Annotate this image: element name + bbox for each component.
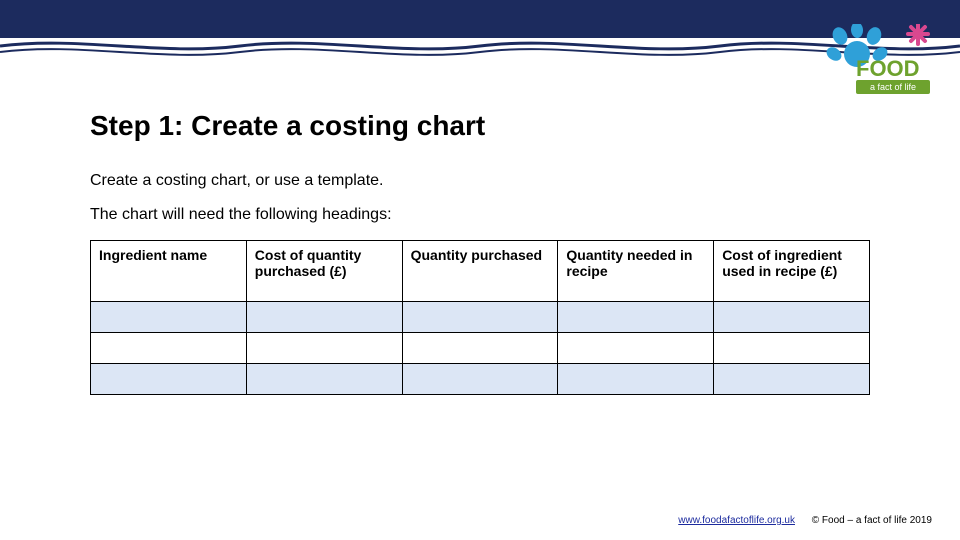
costing-table: Ingredient name Cost of quantity purchas… bbox=[90, 240, 870, 395]
brand-logo: FOOD a fact of life bbox=[822, 24, 932, 104]
slide-content: Step 1: Create a costing chart Create a … bbox=[90, 110, 870, 395]
body-line-2: The chart will need the following headin… bbox=[90, 206, 870, 224]
footer-copyright: © Food – a fact of life 2019 bbox=[812, 515, 932, 526]
table-header: Ingredient name bbox=[91, 241, 247, 302]
body-line-1: Create a costing chart, or use a templat… bbox=[90, 172, 870, 190]
logo-text-tagline: a fact of life bbox=[870, 82, 916, 92]
table-row bbox=[91, 364, 870, 395]
table-row bbox=[91, 302, 870, 333]
slide-title: Step 1: Create a costing chart bbox=[90, 110, 870, 142]
table-header: Cost of ingredient used in recipe (£) bbox=[714, 241, 870, 302]
table-header: Quantity needed in recipe bbox=[558, 241, 714, 302]
footer-link[interactable]: www.foodafactoflife.org.uk bbox=[678, 515, 795, 526]
slide-footer: www.foodafactoflife.org.uk © Food – a fa… bbox=[678, 515, 932, 526]
header-bar bbox=[0, 0, 960, 38]
table-header-row: Ingredient name Cost of quantity purchas… bbox=[91, 241, 870, 302]
header-wave bbox=[0, 38, 960, 58]
table-header: Cost of quantity purchased (£) bbox=[246, 241, 402, 302]
table-row bbox=[91, 333, 870, 364]
logo-text-food: FOOD bbox=[856, 56, 920, 81]
table-header: Quantity purchased bbox=[402, 241, 558, 302]
